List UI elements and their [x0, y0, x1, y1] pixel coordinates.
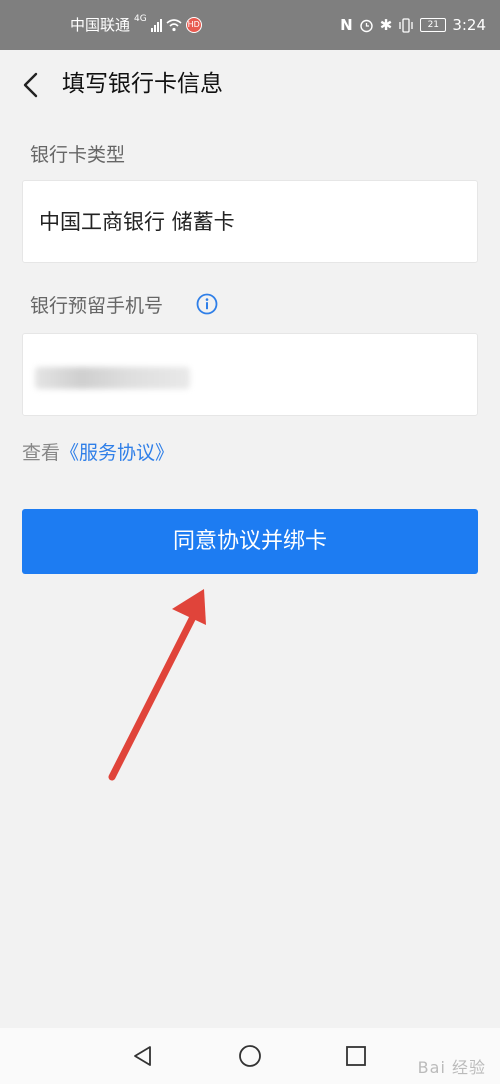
system-home-button[interactable] [237, 1043, 263, 1069]
info-icon[interactable] [196, 293, 218, 315]
alarm-icon [360, 19, 373, 32]
signal-icon [150, 18, 162, 32]
card-type-label: 银行卡类型 [30, 144, 126, 166]
carrier-group: 中国联通 4G HD [70, 14, 202, 35]
agreement-prefix: 查看 [22, 442, 61, 464]
card-type-field[interactable]: 中国工商银行 储蓄卡 [22, 180, 478, 263]
agree-and-bind-button[interactable]: 同意协议并绑卡 [22, 509, 478, 574]
battery-icon: 21 [420, 18, 447, 32]
bluetooth-icon: ✱ [379, 16, 393, 34]
card-type-value: 中国工商银行 储蓄卡 [39, 210, 235, 234]
square-recents-icon [346, 1046, 366, 1066]
app-header: 填写银行卡信息 [0, 50, 500, 118]
chevron-left-icon [23, 72, 38, 98]
status-icons: N ✱ 21 3:24 [340, 15, 486, 35]
circle-home-icon [239, 1045, 261, 1067]
carrier-name: 中国联通 [70, 16, 131, 34]
nfc-icon: N [340, 16, 353, 34]
wifi-icon [166, 19, 182, 32]
notification-badge-icon: HD [185, 17, 202, 33]
system-nav-bar: Bai 经验 [0, 1028, 500, 1084]
status-bar: 中国联通 4G HD N ✱ 21 3:24 [0, 0, 500, 50]
network-type: 4G [134, 14, 147, 24]
back-button[interactable] [18, 70, 48, 100]
blurred-phone-number [35, 367, 190, 389]
system-back-button[interactable] [130, 1043, 156, 1069]
page-title: 填写银行卡信息 [62, 71, 223, 97]
agreement-row: 查看《服务协议》 [22, 440, 174, 466]
baidu-watermark: Bai 经验 [417, 1058, 486, 1077]
annotation-arrow-icon [108, 589, 206, 781]
service-agreement-link[interactable]: 《服务协议》 [60, 442, 174, 464]
phone-label: 银行预留手机号 [30, 295, 164, 317]
vibrate-icon [399, 17, 413, 33]
triangle-back-icon [134, 1046, 151, 1066]
system-recents-button[interactable] [343, 1043, 369, 1069]
phone-input[interactable] [22, 333, 478, 416]
clock-time: 3:24 [452, 16, 486, 34]
